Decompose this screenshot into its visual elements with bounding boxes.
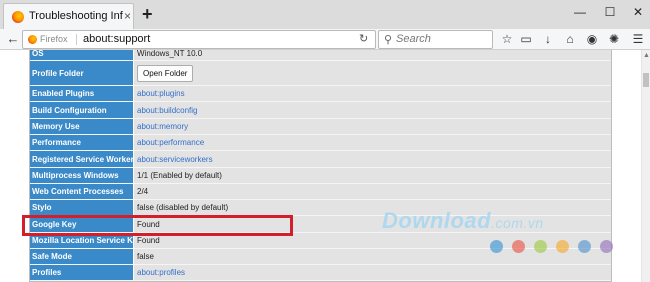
url-brand-label: Firefox xyxy=(40,34,68,44)
navigation-toolbar: ← Firefox about:support ↻ ⚲ Search ☆ ▭ ↓… xyxy=(0,29,650,50)
table-row: Memory Use about:memory xyxy=(30,119,611,135)
table-row: Safe Mode false xyxy=(30,249,611,265)
row-value-cell: about:memory xyxy=(134,119,611,134)
search-icon: ⚲ xyxy=(384,34,393,46)
row-label: Registered Service Workers xyxy=(30,151,134,167)
url-bar[interactable]: Firefox about:support ↻ xyxy=(22,30,376,49)
row-value: Found xyxy=(137,236,160,245)
home-icon[interactable]: ⌂ xyxy=(562,31,578,47)
open-folder-button[interactable]: Open Folder xyxy=(137,64,194,82)
row-value-cell: 1/1 (Enabled by default) xyxy=(134,168,611,183)
clipboard-icon[interactable]: ▭ xyxy=(518,31,534,47)
close-window-button[interactable]: ✕ xyxy=(628,2,648,22)
row-value-cell: 2/4 xyxy=(134,184,611,199)
scrollbar-thumb[interactable] xyxy=(643,73,649,87)
row-value: Windows_NT 10.0 xyxy=(137,50,203,58)
row-value-cell: about:serviceworkers xyxy=(134,151,611,167)
watermark-dot xyxy=(578,240,591,253)
watermark-logo: Download.com.vn xyxy=(382,208,544,233)
firefox-identity-icon xyxy=(28,35,37,44)
row-value-cell: Open Folder xyxy=(134,61,611,85)
search-bar[interactable]: ⚲ Search xyxy=(378,30,493,49)
minimize-button[interactable]: — xyxy=(570,2,590,22)
row-label: Memory Use xyxy=(30,119,134,134)
row-label: Web Content Processes xyxy=(30,184,134,199)
pocket-icon[interactable]: ◉ xyxy=(584,31,600,47)
row-value-cell: Windows_NT 10.0 xyxy=(134,50,611,60)
row-label: OS xyxy=(30,50,134,60)
row-value-cell: about:performance xyxy=(134,135,611,150)
row-label: Performance xyxy=(30,135,134,150)
row-label: Profiles xyxy=(30,265,134,280)
back-arrow-icon[interactable]: ← xyxy=(4,30,22,48)
table-row: Web Content Processes 2/4 xyxy=(30,184,611,200)
tab-title: Troubleshooting Information xyxy=(29,10,123,22)
scroll-up-arrow-icon[interactable]: ▲ xyxy=(643,52,650,59)
row-value-cell: about:profiles xyxy=(134,265,611,280)
watermark-dot xyxy=(600,240,613,253)
table-row: Performance about:performance xyxy=(30,135,611,151)
row-value: 2/4 xyxy=(137,187,149,196)
row-value-link[interactable]: about:profiles xyxy=(137,268,185,277)
row-label: Stylo xyxy=(30,200,134,215)
vertical-scrollbar[interactable]: ▲ xyxy=(641,50,650,282)
url-text[interactable]: about:support xyxy=(83,33,150,45)
table-row: Build Configuration about:buildconfig xyxy=(30,102,611,119)
menu-icon[interactable]: ☰ xyxy=(630,31,646,47)
maximize-button[interactable]: ☐ xyxy=(600,2,620,22)
extension-icon[interactable]: ✺ xyxy=(606,31,622,47)
table-row: Enabled Plugins about:plugins xyxy=(30,86,611,102)
table-row: OS Windows_NT 10.0 xyxy=(30,50,611,61)
title-bar: Troubleshooting Information × + — ☐ ✕ xyxy=(0,0,650,29)
new-tab-button[interactable]: + xyxy=(142,4,153,24)
row-value-link[interactable]: about:buildconfig xyxy=(137,106,198,115)
row-value-link[interactable]: about:performance xyxy=(137,138,204,147)
row-label: Profile Folder xyxy=(30,61,134,85)
row-value-cell: about:plugins xyxy=(134,86,611,101)
row-label: Safe Mode xyxy=(30,249,134,264)
table-row: Multiprocess Windows 1/1 (Enabled by defa… xyxy=(30,168,611,184)
firefox-icon xyxy=(12,11,24,23)
row-label: Enabled Plugins xyxy=(30,86,134,101)
row-label: Multiprocess Windows xyxy=(30,168,134,183)
watermark-dot xyxy=(534,240,547,253)
table-row: Registered Service Workers about:servicew… xyxy=(30,151,611,168)
watermark-dot xyxy=(490,240,503,253)
row-value: 1/1 (Enabled by default) xyxy=(137,171,222,180)
table-row: Profile Folder Open Folder xyxy=(30,61,611,86)
row-value-link[interactable]: about:plugins xyxy=(137,89,185,98)
reload-icon[interactable]: ↻ xyxy=(359,32,368,45)
row-value: false (disabled by default) xyxy=(137,203,229,212)
row-value: false xyxy=(137,252,154,261)
row-value-link[interactable]: about:memory xyxy=(137,122,188,131)
highlight-box xyxy=(22,215,293,236)
watermark-dot xyxy=(512,240,525,253)
url-separator xyxy=(76,34,77,45)
watermark-dot xyxy=(556,240,569,253)
search-placeholder: Search xyxy=(396,33,431,45)
row-value-cell: about:buildconfig xyxy=(134,102,611,118)
tab-troubleshooting[interactable]: Troubleshooting Information × xyxy=(3,3,134,29)
download-arrow-icon[interactable]: ↓ xyxy=(540,31,556,47)
row-label: Build Configuration xyxy=(30,102,134,118)
row-value-link[interactable]: about:serviceworkers xyxy=(137,155,213,164)
table-row: Profiles about:profiles xyxy=(30,265,611,281)
bookmark-star-icon[interactable]: ☆ xyxy=(499,31,515,47)
close-tab-icon[interactable]: × xyxy=(124,8,131,24)
